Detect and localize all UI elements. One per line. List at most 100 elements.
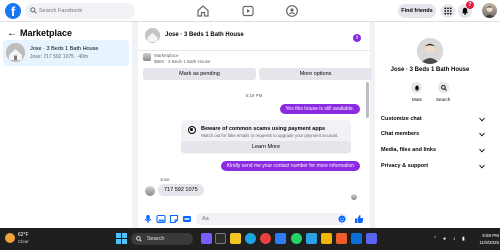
image-icon[interactable] (156, 214, 166, 224)
telegram-icon[interactable] (306, 233, 317, 244)
conversation-name: Jose · 3 Beds 1 Bath House (30, 46, 99, 52)
house-photo-icon (6, 43, 25, 62)
outgoing-message[interactable]: Kindly send me your contact number for m… (220, 161, 360, 171)
profile-photo-icon (417, 38, 443, 64)
store-icon[interactable] (275, 233, 286, 244)
chevron-down-icon (479, 164, 485, 169)
weather-moon-icon[interactable] (5, 233, 15, 243)
facebook-logo[interactable]: f (5, 3, 21, 19)
sender-avatar[interactable] (145, 186, 155, 196)
listing-mini-thumbnail (143, 53, 151, 61)
row-label: Chat members (381, 131, 420, 137)
discord-icon[interactable] (366, 233, 377, 244)
file-explorer-icon[interactable] (230, 233, 241, 244)
learn-more-button[interactable]: Learn More (181, 141, 351, 153)
gif-icon[interactable] (182, 214, 192, 224)
taskbar-search[interactable]: Search (131, 233, 193, 245)
chrome-browser-icon[interactable] (260, 233, 271, 244)
clock-time: 9:58 PM (482, 233, 499, 238)
customize-chat-row[interactable]: Customize chat (381, 114, 486, 126)
notifications-button[interactable]: 7 (458, 1, 474, 18)
search-conversation-button[interactable] (438, 82, 449, 93)
chevron-down-icon (479, 148, 485, 153)
sticker-icon[interactable] (169, 214, 179, 224)
marketplace-inbox-panel: ← Marketplace Jose · 3 Beds 1 Bath House… (0, 22, 132, 228)
info-icon[interactable]: i (353, 34, 361, 42)
video-icon[interactable] (241, 4, 255, 18)
scam-warning-title: Beware of common scams using payment app… (201, 126, 326, 132)
chat-scrollbar[interactable] (366, 82, 369, 118)
message-composer (138, 210, 370, 228)
message-input[interactable] (196, 213, 348, 225)
profile-photo-icon (484, 6, 495, 18)
weather-condition: Clear (18, 239, 29, 244)
edge-browser-icon[interactable] (245, 233, 256, 244)
marketplace-title: Marketplace (20, 28, 73, 38)
chat-window: Jose · 3 Beds 1 Bath House i Marketplace… (138, 22, 372, 228)
house-photo-icon (145, 28, 160, 43)
chat-members-row[interactable]: Chat members (381, 129, 486, 141)
media-files-links-row[interactable]: Media, files and links (381, 145, 486, 157)
privacy-support-row[interactable]: Privacy & support (381, 161, 486, 173)
message-thread: 6:19 PM Yes this house is still availabl… (138, 82, 370, 212)
listing-tag: Marketplace (154, 53, 179, 58)
listing-info[interactable]: $900 · 3 Beds 1 Bath House (154, 59, 211, 64)
microphone-icon[interactable] (143, 214, 153, 224)
vscode-icon[interactable] (351, 233, 362, 244)
bell-icon (414, 85, 419, 91)
search-icon (30, 7, 37, 14)
media-app-icon[interactable] (336, 233, 347, 244)
notification-count-badge: 7 (466, 1, 474, 9)
row-label: Customize chat (381, 116, 422, 122)
terminal-icon[interactable] (215, 233, 226, 244)
chat-header: Jose · 3 Beds 1 Bath House i (138, 22, 370, 51)
conversation-avatar[interactable] (417, 38, 443, 64)
thumbs-up-icon[interactable] (354, 214, 364, 224)
sender-name: Jose (160, 177, 170, 182)
scam-warning-text: Watch out for fake emails or requests to… (201, 133, 339, 138)
row-label: Media, files and links (381, 147, 437, 153)
whatsapp-icon[interactable] (291, 233, 302, 244)
seen-indicator-avatar (351, 194, 357, 200)
search-icon (440, 84, 447, 91)
mark-as-pending-button[interactable]: Mark as pending (143, 68, 256, 80)
home-icon[interactable] (196, 4, 210, 18)
back-arrow-icon[interactable]: ← (7, 29, 17, 39)
outgoing-message[interactable]: Yes this house is still available. (279, 104, 360, 114)
more-options-button[interactable]: More options (259, 68, 372, 80)
search-label: Search (436, 97, 451, 102)
chevron-up-icon[interactable]: ⌃ (433, 236, 437, 242)
listing-thumbnail (6, 43, 25, 62)
top-navigation-bar: f Find friends 7 (0, 0, 500, 22)
grid-menu-icon (444, 7, 452, 15)
wifi-icon[interactable]: ● (443, 236, 446, 242)
search-input[interactable] (39, 3, 133, 19)
find-friends-button[interactable]: Find friends (398, 4, 436, 18)
mute-button[interactable] (411, 82, 422, 93)
emoji-icon[interactable] (338, 215, 346, 223)
speaker-icon[interactable]: ♪ (453, 236, 456, 242)
search-icon (136, 236, 142, 242)
warning-radio-icon (188, 126, 196, 134)
facebook-search[interactable] (25, 3, 135, 19)
conversation-info-panel: Jose · 3 Beds 1 Bath House Mute Search C… (375, 22, 500, 228)
taskbar-clock[interactable]: 9:58 PM 11/9/2025 (471, 232, 499, 246)
chat-listing-thumbnail[interactable] (145, 28, 160, 43)
incoming-message[interactable]: 717 592 1075 (158, 184, 204, 196)
chat-title[interactable]: Jose · 3 Beds 1 Bath House (165, 32, 244, 38)
notes-icon[interactable] (321, 233, 332, 244)
windows-taskbar: 62°F Clear Search ⌃ ● ♪ ▮ 9:58 PM 11/9/2… (0, 228, 500, 250)
groups-icon[interactable] (285, 4, 299, 18)
weather-temperature[interactable]: 62°F (18, 232, 29, 238)
conversation-item[interactable]: Jose · 3 Beds 1 Bath House Jose: 717 592… (3, 40, 129, 66)
conversation-title: Jose · 3 Beds 1 Bath House (390, 67, 470, 73)
menu-button[interactable] (441, 4, 455, 18)
chevron-down-icon (479, 132, 485, 137)
windows-start-icon[interactable] (116, 233, 127, 244)
account-avatar[interactable] (482, 3, 497, 18)
chevron-down-icon (479, 117, 485, 122)
message-timestamp: 6:19 PM (245, 93, 263, 98)
battery-icon[interactable]: ▮ (462, 236, 465, 242)
task-view-icon[interactable] (201, 233, 212, 244)
taskbar-search-label: Search (147, 236, 165, 242)
